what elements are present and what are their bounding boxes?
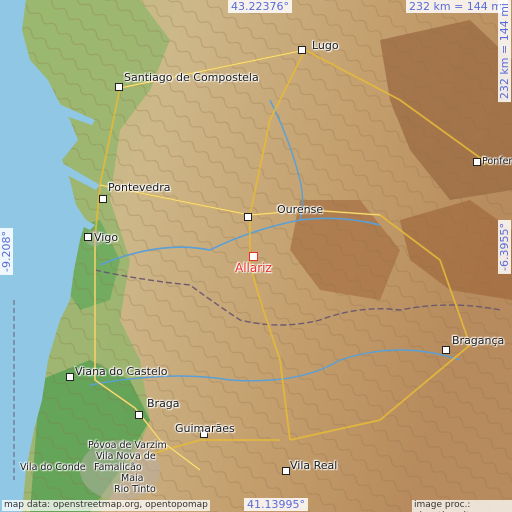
topographic-map[interactable]: 43.22376° 41.13995° -9.208° -6.3955° 232… <box>0 0 512 512</box>
place-label-ponferrada[interactable]: Ponfer <box>482 156 512 168</box>
place-label-braga[interactable]: Braga <box>147 398 180 410</box>
viana-marker[interactable] <box>66 373 74 381</box>
place-label-rio-tinto[interactable]: Rio Tinto <box>114 484 156 496</box>
left-longitude-label: -9.208° <box>0 228 13 275</box>
scale-label-right: 232 km = 144 mi <box>498 0 511 103</box>
braganca-marker[interactable] <box>442 346 450 354</box>
right-longitude-label: -6.3955° <box>498 220 511 274</box>
place-label-guimaraes[interactable]: Guimarães <box>175 423 235 435</box>
top-latitude-label: 43.22376° <box>228 0 292 13</box>
place-label-viana[interactable]: Viana do Castelo <box>75 366 168 378</box>
scale-label-top: 232 km = 144 mi <box>406 0 509 13</box>
place-label-vila-conde[interactable]: Vila do Conde <box>20 462 86 474</box>
lugo-marker[interactable] <box>298 46 306 54</box>
braga-marker[interactable] <box>135 411 143 419</box>
place-label-santiago[interactable]: Santiago de Compostela <box>124 72 259 84</box>
place-label-braganca[interactable]: Bragança <box>452 335 504 347</box>
pontevedra-marker[interactable] <box>99 195 107 203</box>
map-data-credit: map data: openstreetmap.org, opentopomap <box>2 500 210 511</box>
ponferrada-marker[interactable] <box>473 158 481 166</box>
place-label-allariz[interactable]: Allariz <box>235 262 272 274</box>
ourense-marker[interactable] <box>244 213 252 221</box>
santiago-marker[interactable] <box>115 83 123 91</box>
place-label-ourense[interactable]: Ourense <box>277 204 323 216</box>
vigo-marker[interactable] <box>84 233 92 241</box>
place-label-pontevedra[interactable]: Pontevedra <box>108 182 171 194</box>
image-processing-credit: image proc.: elevation.city <box>412 500 512 512</box>
vila-real-marker[interactable] <box>282 467 290 475</box>
place-label-vila-real[interactable]: Vila Real <box>290 460 337 472</box>
place-label-vigo[interactable]: Vigo <box>94 232 118 244</box>
place-label-lugo[interactable]: Lugo <box>312 40 339 52</box>
bottom-latitude-label: 41.13995° <box>244 498 308 511</box>
allariz-marker[interactable] <box>249 252 258 261</box>
